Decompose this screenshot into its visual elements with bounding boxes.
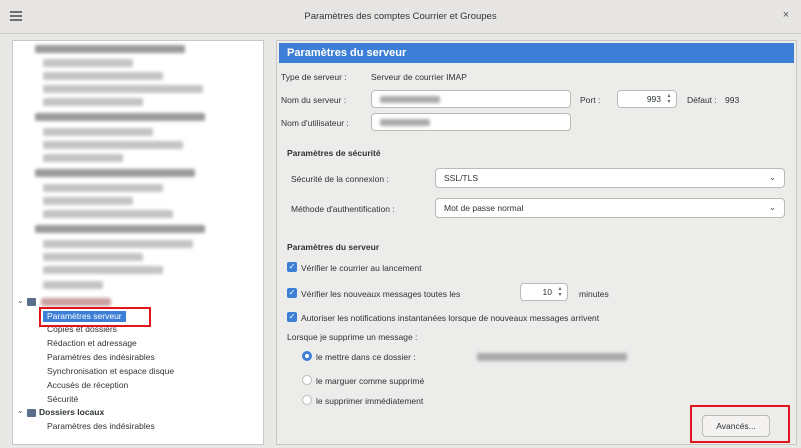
spinner-arrows-icon[interactable]: ▴ ▾ <box>665 93 673 105</box>
auth-method-value: Mot de passe normal <box>444 203 524 213</box>
expander-icon[interactable]: ⌄ <box>17 296 24 305</box>
auth-method-label: Méthode d'authentification : <box>291 204 395 214</box>
port-spinner[interactable]: 993 ▴ ▾ <box>617 90 677 108</box>
blurred-account-name[interactable] <box>41 298 111 306</box>
chevron-down-icon: ⌄ <box>769 203 776 212</box>
mark-deleted-radio[interactable] <box>302 375 312 385</box>
blurred-account-row[interactable] <box>43 210 173 218</box>
tree-item-composition[interactable]: Rédaction et adressage <box>47 338 137 349</box>
expander-icon[interactable]: ⌄ <box>17 406 24 415</box>
local-folders-icon <box>27 409 36 417</box>
move-to-folder-label[interactable]: le mettre dans ce dossier : <box>316 352 416 362</box>
check-every-label[interactable]: Vérifier les nouveaux messages toutes le… <box>301 289 460 299</box>
blurred-folder-selector[interactable] <box>477 353 627 361</box>
delete-immediately-radio[interactable] <box>302 395 312 405</box>
port-value: 993 <box>646 94 661 104</box>
server-name-field[interactable] <box>371 90 571 108</box>
auth-method-select[interactable]: Mot de passe normal ⌄ <box>435 198 785 218</box>
on-delete-label: Lorsque je supprime un message : <box>287 332 418 342</box>
connection-security-label: Sécurité de la connexion : <box>291 174 389 184</box>
mark-deleted-label[interactable]: le marguer comme supprimé <box>316 376 424 386</box>
blurred-account-row[interactable] <box>43 98 143 106</box>
port-label: Port : <box>580 95 601 105</box>
settings-panel: Paramètres du serveur Type de serveur : … <box>276 40 797 445</box>
panel-header: Paramètres du serveur <box>279 43 794 63</box>
account-tree: ⌄ Paramètres serveur Copies et dossiers … <box>12 40 264 445</box>
check-every-checkbox[interactable]: ✓ <box>287 288 297 298</box>
username-label: Nom d'utilisateur : <box>281 118 349 128</box>
allow-push-label[interactable]: Autoriser les notifications instantanées… <box>301 313 599 323</box>
tree-item-local-junk-settings[interactable]: Paramètres des indésirables <box>47 421 155 432</box>
tree-item-security[interactable]: Sécurité <box>47 394 78 405</box>
security-section-title: Paramètres de sécurité <box>287 148 381 158</box>
highlight-box <box>690 405 790 443</box>
close-icon[interactable]: × <box>779 8 793 22</box>
check-interval-spinner[interactable]: 10 ▴ ▾ <box>520 283 568 301</box>
check-on-start-checkbox[interactable]: ✓ <box>287 262 297 272</box>
blurred-account-row[interactable] <box>35 113 205 121</box>
blurred-account-row[interactable] <box>43 85 203 93</box>
username-field[interactable] <box>371 113 571 131</box>
blurred-account-row[interactable] <box>43 72 163 80</box>
blurred-account-row[interactable] <box>43 128 153 136</box>
blurred-account-row[interactable] <box>43 240 193 248</box>
blurred-account-row[interactable] <box>43 141 183 149</box>
blurred-account-row[interactable] <box>43 253 143 261</box>
title-bar: Paramètres des comptes Courrier et Group… <box>0 0 801 34</box>
tree-item-sync-storage[interactable]: Synchronisation et espace disque <box>47 366 174 377</box>
account-icon <box>27 298 36 306</box>
default-value: 993 <box>725 95 740 105</box>
blurred-account-row[interactable] <box>43 59 133 67</box>
connection-security-select[interactable]: SSL/TLS ⌄ <box>435 168 785 188</box>
allow-push-checkbox[interactable]: ✓ <box>287 312 297 322</box>
server-type-value: Serveur de courrier IMAP <box>371 72 467 82</box>
window-title: Paramètres des comptes Courrier et Group… <box>304 11 497 22</box>
blurred-account-row[interactable] <box>35 45 185 53</box>
blurred-account-row[interactable] <box>43 197 133 205</box>
blurred-account-row[interactable] <box>35 169 195 177</box>
blurred-account-row[interactable] <box>43 184 163 192</box>
connection-security-value: SSL/TLS <box>444 173 479 183</box>
check-on-start-label[interactable]: Vérifier le courrier au lancement <box>301 263 421 273</box>
check-interval-value: 10 <box>542 287 552 297</box>
chevron-down-icon: ⌄ <box>769 173 776 182</box>
tree-item-junk-settings[interactable]: Paramètres des indésirables <box>47 352 155 363</box>
spinner-arrows-icon[interactable]: ▴ ▾ <box>556 286 564 298</box>
blurred-account-row[interactable] <box>43 266 163 274</box>
delete-immediately-label[interactable]: le supprimer immédiatement <box>316 396 423 406</box>
tree-item-receipts[interactable]: Accusés de réception <box>47 380 128 391</box>
tree-item-local-folders[interactable]: Dossiers locaux <box>39 407 104 418</box>
move-to-folder-radio[interactable] <box>302 351 312 361</box>
blurred-account-row[interactable] <box>43 281 103 289</box>
highlight-box <box>39 307 151 327</box>
blurred-account-row[interactable] <box>35 225 205 233</box>
blurred-account-row[interactable] <box>43 154 123 162</box>
server-section-title: Paramètres du serveur <box>287 242 380 252</box>
server-name-label: Nom du serveur : <box>281 95 347 105</box>
minutes-label: minutes <box>579 289 609 299</box>
server-type-label: Type de serveur : <box>281 72 347 82</box>
default-label: Défaut : <box>687 95 717 105</box>
